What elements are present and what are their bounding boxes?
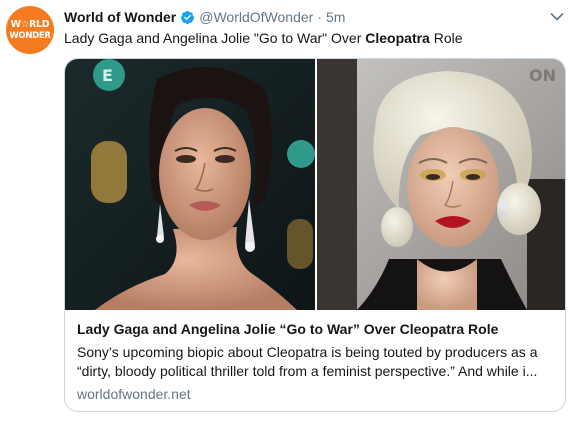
card-photo-angelina-jolie: E bbox=[65, 59, 315, 310]
card-body[interactable]: Lady Gaga and Angelina Jolie “Go to War”… bbox=[77, 321, 557, 402]
link-card[interactable]: E ON Lady Gaga and Angelina Jolie “Go to… bbox=[64, 58, 566, 412]
tweet-header: World of Wonder @WorldOfWonder · 5m bbox=[64, 7, 345, 27]
card-title[interactable]: Lady Gaga and Angelina Jolie “Go to War”… bbox=[77, 321, 557, 337]
card-description: Sony’s upcoming biopic about Cleopatra i… bbox=[77, 344, 538, 379]
tweet-text-part: Role bbox=[429, 30, 463, 46]
tweet[interactable]: W☆RLD WONDER World of Wonder @WorldOfWon… bbox=[0, 0, 576, 430]
chevron-down-icon[interactable] bbox=[550, 12, 564, 22]
card-photo-lady-gaga: ON bbox=[317, 59, 565, 310]
svg-text:ON: ON bbox=[529, 66, 556, 85]
display-name[interactable]: World of Wonder bbox=[64, 9, 176, 25]
card-domain[interactable]: worldofwonder.net bbox=[77, 386, 557, 402]
author-handle[interactable]: @WorldOfWonder bbox=[199, 9, 313, 25]
avatar[interactable]: W☆RLD WONDER bbox=[6, 6, 54, 54]
tweet-text: Lady Gaga and Angelina Jolie "Go to War"… bbox=[64, 30, 463, 46]
timestamp[interactable]: 5m bbox=[326, 9, 345, 25]
avatar-logo-line2: WONDER bbox=[9, 30, 51, 41]
card-image[interactable]: E ON bbox=[65, 59, 565, 310]
tweet-text-part: Lady Gaga and Angelina Jolie "Go to War"… bbox=[64, 30, 366, 46]
tweet-text-bold: Cleopatra bbox=[365, 30, 430, 46]
avatar-logo-line1: W☆RLD bbox=[10, 19, 50, 30]
svg-text:E: E bbox=[102, 66, 113, 85]
separator-dot: · bbox=[317, 9, 322, 25]
verified-badge-icon bbox=[181, 10, 195, 24]
